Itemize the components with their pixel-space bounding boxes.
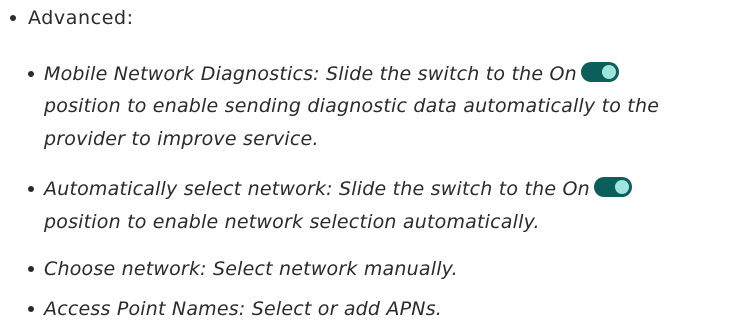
list-item-choose-network: Choose network: Select network manually. (44, 258, 458, 280)
list-item-text: position to enable sending diagnostic da… (44, 95, 660, 117)
list-item-mobile-network-diagnostics: Mobile Network Diagnostics: Slide the sw… (44, 61, 619, 87)
list-item-automatically-select-network: Automatically select network: Slide the … (44, 176, 632, 202)
section-heading: Advanced: (28, 7, 134, 29)
list-item-text: Mobile Network Diagnostics: Slide the sw… (44, 63, 577, 85)
list-item-access-point-names: Access Point Names: Select or add APNs. (44, 298, 443, 320)
bullet (28, 266, 34, 272)
bullet (10, 15, 16, 21)
list-item-text: Automatically select network: Slide the … (44, 178, 590, 200)
bullet (28, 186, 34, 192)
toggle-knob (614, 180, 629, 194)
bullet (28, 306, 34, 312)
bullet (28, 71, 34, 77)
list-item-text: position to enable network selection aut… (44, 211, 540, 233)
toggle-on-icon (593, 177, 632, 197)
toggle-knob (601, 65, 616, 79)
list-item-text: provider to improve service. (44, 128, 319, 150)
toggle-on-icon (580, 62, 619, 82)
